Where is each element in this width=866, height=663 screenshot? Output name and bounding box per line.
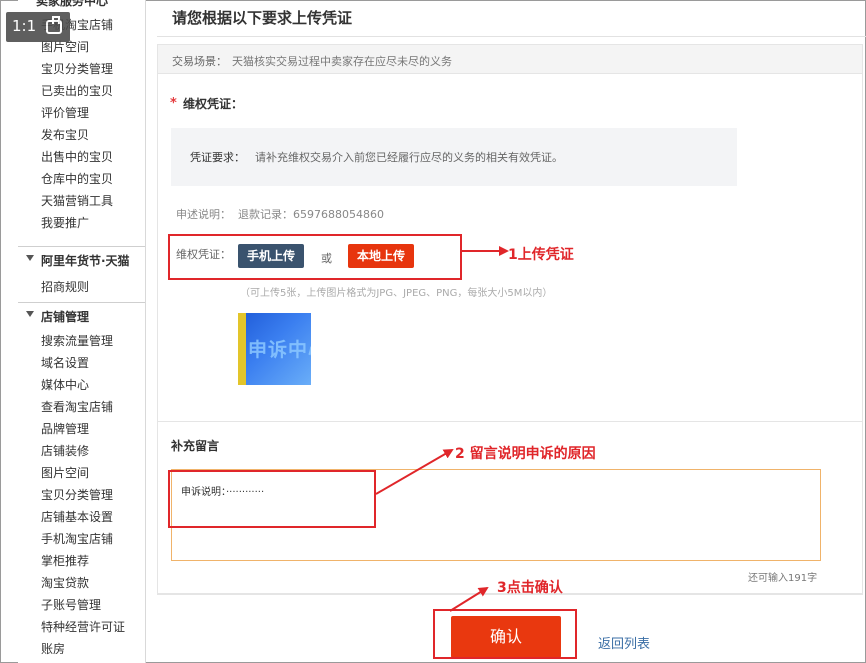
- sidebar-item[interactable]: 宝贝分类管理: [41, 60, 113, 77]
- left-sidebar: 卖家服务中心 手机淘宝店铺 图片空间 宝贝分类管理 已卖出的宝贝 评价管理 发布…: [18, 0, 146, 663]
- sidebar-item[interactable]: 发布宝贝: [41, 126, 89, 143]
- sidebar-section-shop[interactable]: 店铺管理: [18, 302, 145, 328]
- dialog-title: 请您根据以下要求上传凭证: [172, 9, 353, 27]
- requirement-value: 请补充维权交易介入前您已经履行应尽的义务的相关有效凭证。: [255, 151, 563, 164]
- collapse-triangle-icon: [26, 311, 34, 317]
- upload-evidence-dialog: 请您根据以下要求上传凭证 交易场景： 天猫核实交易过程中卖家存在应尽未尽的义务 …: [157, 0, 866, 663]
- sidebar-item[interactable]: 仓库中的宝贝: [41, 170, 113, 187]
- sidebar-item[interactable]: 我要推广: [41, 214, 89, 231]
- sidebar-item[interactable]: 淘宝贷款: [41, 574, 89, 591]
- zoom-level: 1:1: [12, 17, 37, 35]
- sidebar-item[interactable]: 天猫营销工具: [41, 192, 113, 209]
- annotation-box-confirm: [433, 609, 577, 659]
- divider: [157, 36, 866, 37]
- required-star: *: [170, 96, 177, 111]
- note-heading: 补充留言: [171, 439, 220, 453]
- sidebar-item[interactable]: 掌柜推荐: [41, 552, 89, 569]
- sidebar-item[interactable]: 店铺基本设置: [41, 508, 113, 525]
- requirement-label: 凭证要求：: [190, 151, 245, 164]
- zoom-badge[interactable]: 1:1: [6, 12, 70, 42]
- uploaded-image-thumbnail[interactable]: 申诉中心: [238, 313, 311, 385]
- scene-value: 天猫核实交易过程中卖家存在应尽未尽的义务: [232, 55, 452, 68]
- sidebar-item[interactable]: 评价管理: [41, 104, 89, 121]
- annotation-box-upload: [168, 234, 462, 280]
- remaining-count: 还可输入191字: [748, 573, 818, 584]
- sidebar-item[interactable]: 搜索流量管理: [41, 332, 113, 349]
- thumbnail-band: [238, 313, 246, 385]
- annotation-step3: 3点击确认: [497, 580, 563, 596]
- desc-label: 申述说明：: [176, 208, 231, 221]
- sidebar-item[interactable]: 账房: [41, 640, 65, 657]
- sidebar-section-title: 店铺管理: [41, 310, 90, 324]
- sidebar-item[interactable]: 店铺装修: [41, 442, 89, 459]
- sidebar-section-nianhuo[interactable]: 阿里年货节·天猫: [18, 246, 145, 272]
- sidebar-cut-heading: 卖家服务中心: [36, 0, 109, 8]
- annotation-box-note: [168, 470, 376, 528]
- desc-value: 退款记录：6597688054860: [238, 208, 384, 221]
- sidebar-item[interactable]: 招商规则: [41, 278, 89, 295]
- collapse-triangle-icon: [26, 255, 34, 261]
- sidebar-item[interactable]: 出售中的宝贝: [41, 148, 113, 165]
- sidebar-item[interactable]: 已卖出的宝贝: [41, 82, 113, 99]
- sidebar-item[interactable]: 子账号管理: [41, 596, 101, 613]
- copy-icon[interactable]: [46, 16, 62, 34]
- annotation-step2: 2 留言说明申诉的原因: [455, 446, 596, 462]
- sidebar-item[interactable]: 宝贝分类管理: [41, 486, 113, 503]
- sidebar-item[interactable]: 特种经营许可证: [41, 618, 125, 635]
- scene-label: 交易场景：: [172, 55, 227, 68]
- evidence-heading: 维权凭证：: [183, 97, 244, 111]
- annotation-step1: 1上传凭证: [508, 247, 574, 263]
- sidebar-item[interactable]: 域名设置: [41, 354, 89, 371]
- sidebar-item[interactable]: 品牌管理: [41, 420, 89, 437]
- sidebar-item[interactable]: 图片空间: [41, 464, 89, 481]
- sidebar-item[interactable]: 媒体中心: [41, 376, 89, 393]
- scene-bar: 交易场景： 天猫核实交易过程中卖家存在应尽未尽的义务: [157, 44, 863, 74]
- requirement-box: 凭证要求： 请补充维权交易介入前您已经履行应尽的义务的相关有效凭证。: [171, 128, 737, 186]
- back-to-list-link[interactable]: 返回列表: [598, 633, 650, 652]
- thumbnail-text: 申诉中心: [248, 339, 311, 361]
- sidebar-item[interactable]: 查看淘宝店铺: [41, 398, 113, 415]
- upload-hint: （可上传5张，上传图片格式为JPG、JPEG、PNG，每张大小5M以内）: [240, 288, 553, 299]
- sidebar-item[interactable]: 手机淘宝店铺: [41, 530, 113, 547]
- sidebar-section-title: 阿里年货节·天猫: [41, 254, 130, 268]
